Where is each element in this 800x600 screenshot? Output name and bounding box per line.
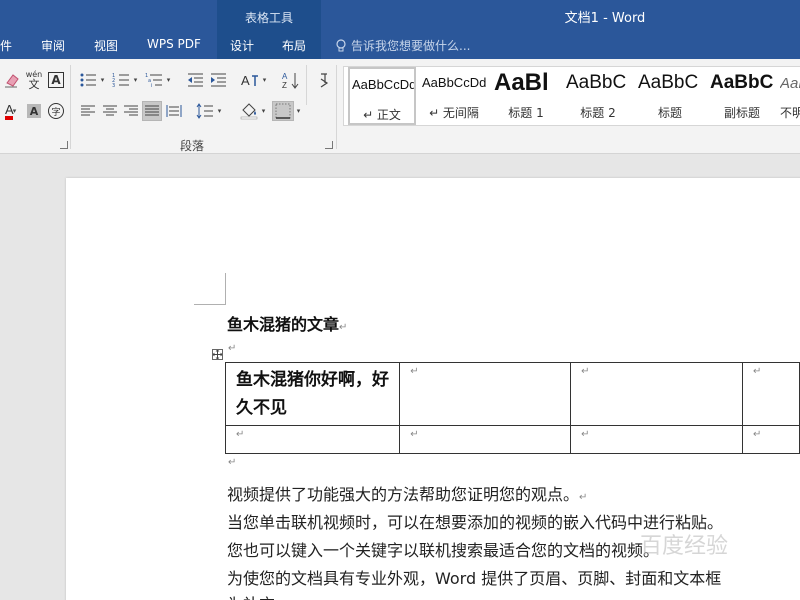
- document-table: 鱼木混猪你好啊，好久不见 ↵ ↵ ↵ ↵ ↵ ↵ ↵: [224, 362, 800, 454]
- increase-indent-icon[interactable]: [208, 70, 228, 90]
- group-separator: [70, 65, 71, 149]
- table-cell[interactable]: ↵: [399, 425, 572, 454]
- tab-layout[interactable]: 布局: [282, 37, 306, 54]
- lightbulb-icon: [335, 38, 347, 53]
- numbering-dropdown-icon[interactable]: ▾: [132, 70, 139, 90]
- tab-view[interactable]: 视图: [94, 37, 118, 54]
- bullets-icon[interactable]: [78, 70, 98, 90]
- table-cell[interactable]: 鱼木混猪你好啊，好久不见: [224, 362, 401, 426]
- margin-corner-mark: [225, 273, 226, 305]
- title-bar: 表格工具 文档1 - Word 件 审阅 视图 WPS PDF 设计 布局 告诉…: [0, 0, 800, 59]
- table-cell[interactable]: ↵: [570, 425, 743, 454]
- tab-review[interactable]: 审阅: [41, 37, 65, 54]
- paragraph-mark: ↵: [339, 322, 348, 333]
- style-heading-1[interactable]: AaBl 标题 1: [492, 67, 560, 125]
- tab-file[interactable]: 件: [0, 37, 12, 54]
- style-no-spacing[interactable]: AaBbCcDd ↵ 无间隔: [420, 67, 488, 125]
- borders-icon[interactable]: [272, 101, 294, 121]
- multilevel-list-icon[interactable]: 1ai: [144, 70, 164, 90]
- paragraph-dialog-launcher-icon[interactable]: [325, 141, 333, 149]
- chinese-layout-icon[interactable]: A: [240, 70, 260, 90]
- align-left-icon[interactable]: [78, 101, 98, 121]
- shading-dropdown-icon[interactable]: ▾: [260, 101, 267, 121]
- document-heading[interactable]: 鱼木混猪的文章↵: [227, 311, 347, 335]
- table-tools-label: 表格工具: [244, 11, 293, 25]
- group-separator: [336, 65, 337, 149]
- group-separator: [306, 65, 307, 105]
- style-subtitle[interactable]: AaBbC 副标题: [708, 67, 776, 125]
- table-row: ↵ ↵ ↵ ↵: [224, 425, 800, 454]
- paragraph-group-label: 段落: [180, 139, 205, 153]
- sort-icon[interactable]: AZ: [281, 70, 301, 90]
- distributed-align-icon[interactable]: [164, 101, 184, 121]
- align-right-icon[interactable]: [121, 101, 141, 121]
- svg-text:A: A: [282, 72, 288, 81]
- body-paragraph[interactable]: 为使您的文档具有专业外观，Word 提供了页眉、页脚、封面和文本框: [227, 565, 721, 589]
- body-paragraph[interactable]: 为补充: [227, 591, 275, 600]
- tell-me-box[interactable]: 告诉我您想要做什么...: [335, 37, 470, 54]
- bullets-dropdown-icon[interactable]: ▾: [99, 70, 106, 90]
- svg-text:i: i: [151, 83, 152, 88]
- chinese-layout-dropdown-icon[interactable]: ▾: [261, 70, 268, 90]
- paragraph-mark: ↵: [228, 343, 237, 354]
- document-title: 文档1 - Word: [564, 11, 646, 26]
- show-paragraph-marks-icon[interactable]: [314, 70, 334, 90]
- table-cell[interactable]: ↵: [741, 425, 800, 454]
- table-cell[interactable]: ↵: [399, 362, 572, 426]
- tab-wps-pdf[interactable]: WPS PDF: [147, 37, 201, 51]
- borders-dropdown-icon[interactable]: ▾: [295, 101, 302, 121]
- line-spacing-dropdown-icon[interactable]: ▾: [216, 101, 223, 121]
- enclose-characters-icon[interactable]: 字: [46, 101, 66, 121]
- style-heading-2[interactable]: AaBbC 标题 2: [564, 67, 632, 125]
- body-paragraph[interactable]: 您也可以键入一个关键字以联机搜索最适合您的文档的视频。: [227, 537, 659, 561]
- tab-design[interactable]: 设计: [230, 37, 254, 54]
- paragraph-mark: ↵: [579, 492, 588, 503]
- margin-corner-mark: [194, 304, 226, 305]
- table-cell[interactable]: ↵: [741, 362, 800, 426]
- body-paragraph[interactable]: 视频提供了功能强大的方法帮助您证明您的观点。↵: [227, 481, 587, 505]
- phonetic-guide-icon[interactable]: wén 文: [24, 70, 44, 90]
- decrease-indent-icon[interactable]: [185, 70, 205, 90]
- line-spacing-icon[interactable]: [195, 101, 215, 121]
- character-shading-icon[interactable]: A: [24, 101, 44, 121]
- character-border-icon[interactable]: A: [46, 70, 66, 90]
- justify-icon[interactable]: [142, 101, 162, 121]
- table-cell[interactable]: ↵: [570, 362, 743, 426]
- table-row: 鱼木混猪你好啊，好久不见 ↵ ↵ ↵: [224, 362, 800, 426]
- watermark-logo: 百度经验: [640, 534, 729, 559]
- tell-me-text: 告诉我您想要做什么...: [351, 39, 471, 53]
- font-color-dropdown-icon[interactable]: ▾: [11, 101, 18, 121]
- table-move-handle-icon[interactable]: [212, 349, 223, 360]
- style-subtle[interactable]: AaB 不明: [780, 67, 800, 125]
- svg-text:Z: Z: [282, 81, 287, 89]
- shading-bucket-icon[interactable]: [239, 101, 259, 121]
- numbering-icon[interactable]: 123: [111, 70, 131, 90]
- svg-text:A: A: [241, 73, 250, 88]
- style-title[interactable]: AaBbC 标题: [636, 67, 704, 125]
- styles-gallery: AaBbCcDd ↵ 正文 AaBbCcDd ↵ 无间隔 AaBl 标题 1 A…: [343, 66, 800, 126]
- font-dialog-launcher-icon[interactable]: [60, 141, 68, 149]
- table-cell[interactable]: ↵: [224, 425, 401, 454]
- paragraph-mark: ↵: [228, 457, 237, 468]
- svg-text:3: 3: [112, 83, 115, 88]
- multilevel-list-dropdown-icon[interactable]: ▾: [165, 70, 172, 90]
- style-normal[interactable]: AaBbCcDd ↵ 正文: [348, 67, 416, 125]
- align-center-icon[interactable]: [100, 101, 120, 121]
- clear-formatting-icon[interactable]: [2, 70, 22, 90]
